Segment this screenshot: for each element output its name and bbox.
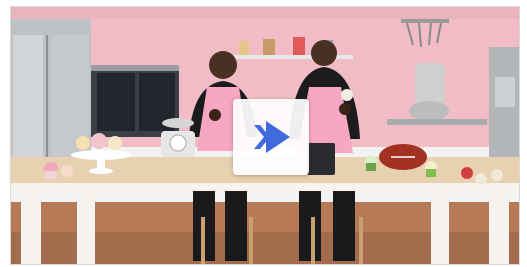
play-icon <box>254 121 290 153</box>
play-icon-triangle <box>266 121 290 153</box>
video-player[interactable] <box>10 6 520 265</box>
play-button[interactable] <box>233 99 309 175</box>
